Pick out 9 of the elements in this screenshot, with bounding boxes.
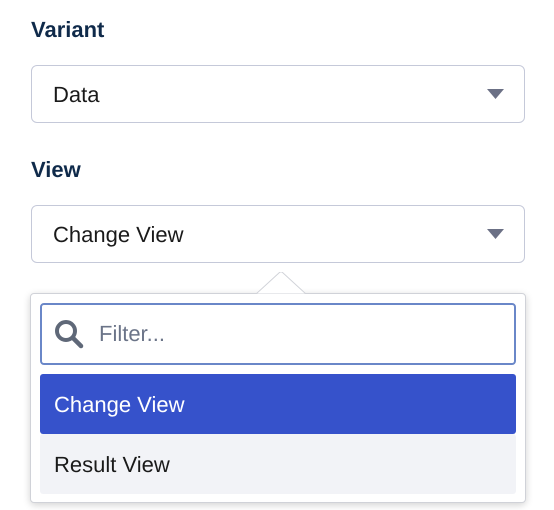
dropdown-option[interactable]: Result View: [40, 434, 516, 494]
field-label: Variant: [31, 16, 104, 44]
dropdown-option[interactable]: Change View: [40, 374, 516, 434]
filter-field[interactable]: Filter...: [40, 303, 516, 365]
caret-down-icon: [487, 89, 504, 99]
select-field[interactable]: Data: [31, 65, 525, 123]
field-label: View: [31, 156, 81, 184]
select-field[interactable]: Change View: [31, 205, 525, 263]
caret-down-icon: [487, 229, 504, 239]
